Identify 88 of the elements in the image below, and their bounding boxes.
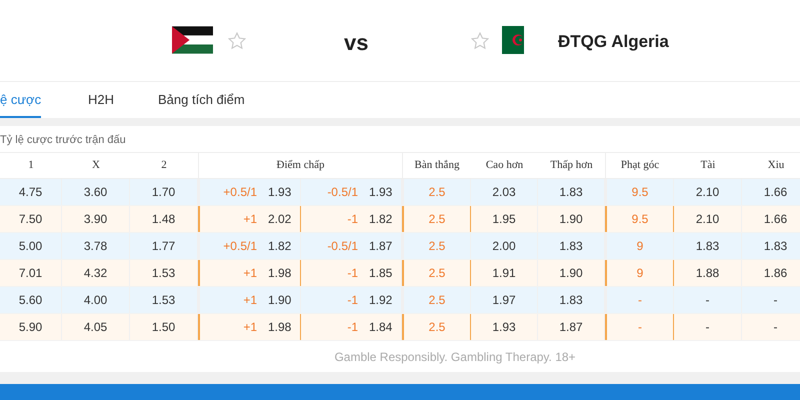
- odds-cell: 4.00: [62, 287, 130, 313]
- flag-icon: [172, 26, 213, 54]
- odds-cell: 1.87: [538, 314, 605, 340]
- odds-value: 1.93: [369, 184, 392, 201]
- odds-cell: 1.66: [742, 179, 800, 205]
- odds-value: 1.98: [268, 265, 292, 282]
- odds-cell: 2.5: [402, 314, 471, 340]
- odds-value: 1.87: [369, 238, 392, 255]
- odds-cell: 1.88: [674, 260, 742, 286]
- odds-cell: 1.83: [538, 287, 605, 313]
- odds-cell: -: [674, 287, 742, 313]
- handicap-line: +1: [242, 319, 257, 336]
- section-title: Tỷ lệ cược trước trận đấu: [0, 133, 127, 148]
- odds-cell: 1.90: [538, 206, 605, 232]
- odds-cell: 5.60: [0, 287, 62, 313]
- handicap-line: +1: [242, 292, 257, 309]
- odds-cell: 4.32: [62, 260, 130, 286]
- star-icon[interactable]: [470, 31, 490, 51]
- odds-cell: 1.97: [471, 287, 538, 313]
- odds-value: 1.85: [369, 265, 392, 282]
- team-name: ĐTQG Algeria: [558, 31, 669, 53]
- star-icon[interactable]: [227, 31, 247, 51]
- column-header: Xiu: [766, 158, 786, 174]
- odds-cell: 1.91: [471, 260, 538, 286]
- odds-cell: 1.83: [674, 233, 742, 259]
- odds-cell: 3.78: [62, 233, 130, 259]
- odds-value: 1.98: [268, 319, 292, 336]
- handicap-line: -1: [346, 319, 358, 336]
- handicap-line: -1: [346, 265, 358, 282]
- odds-cell: 2.03: [471, 179, 538, 205]
- handicap-line: +0.5/1: [222, 184, 257, 201]
- handicap-line: +0.5/1: [222, 238, 257, 255]
- odds-cell: -: [605, 314, 674, 340]
- odds-cell: 3.90: [62, 206, 130, 232]
- odds-cell: 5.90: [0, 314, 62, 340]
- odds-cell: 1.83: [742, 233, 800, 259]
- odds-cell: -: [742, 314, 800, 340]
- odds-cell: 1.48: [130, 206, 198, 232]
- odds-cell: -: [742, 287, 800, 313]
- column-header: Điểm chấp: [198, 153, 402, 178]
- handicap-line: -1: [346, 211, 358, 228]
- odds-value: 1.84: [369, 319, 392, 336]
- disclaimer-text: Gamble Responsibly. Gambling Therapy. 18+: [333, 348, 577, 366]
- column-header: Tài: [700, 158, 716, 174]
- odds-cell: 5.00: [0, 233, 62, 259]
- odds-cell: 2.10: [674, 206, 742, 232]
- tab[interactable]: Bảng tích điểm: [150, 82, 245, 118]
- column-header: Phạt góc: [605, 153, 674, 178]
- odds-cell: 1.50: [130, 314, 198, 340]
- handicap-line: +1: [242, 211, 257, 228]
- column-header: Cao hơn: [484, 158, 524, 174]
- odds-cell: 1.83: [538, 233, 605, 259]
- odds-value: 1.90: [268, 292, 292, 309]
- versus-label: vs: [344, 29, 368, 57]
- handicap-line: +1: [242, 265, 257, 282]
- odds-cell: 1.83: [538, 179, 605, 205]
- odds-value: 1.92: [369, 292, 392, 309]
- odds-cell: 1.95: [471, 206, 538, 232]
- handicap-line: -0.5/1: [326, 184, 358, 201]
- odds-value: 1.93: [268, 184, 292, 201]
- column-header: Bàn thắng: [402, 153, 471, 178]
- odds-cell: 1.53: [130, 260, 198, 286]
- handicap-line: -1: [346, 292, 358, 309]
- column-header: 2: [160, 158, 168, 174]
- odds-cell: 7.50: [0, 206, 62, 232]
- odds-cell: 1.90: [538, 260, 605, 286]
- column-header: X: [91, 158, 101, 174]
- odds-cell: 1.53: [130, 287, 198, 313]
- handicap-line: -0.5/1: [326, 238, 358, 255]
- odds-cell: 1.66: [742, 206, 800, 232]
- odds-cell: 2.00: [471, 233, 538, 259]
- column-header: 1: [27, 158, 35, 174]
- odds-value: 1.82: [268, 238, 292, 255]
- tab[interactable]: H2H: [60, 82, 150, 118]
- odds-cell: 1.77: [130, 233, 198, 259]
- odds-cell: 1.93: [471, 314, 538, 340]
- odds-cell: 4.05: [62, 314, 130, 340]
- odds-cell: 2.10: [674, 179, 742, 205]
- odds-cell: 7.01: [0, 260, 62, 286]
- odds-cell: 4.75: [0, 179, 62, 205]
- odds-cell: 1.70: [130, 179, 198, 205]
- odds-cell: 3.60: [62, 179, 130, 205]
- flag-icon: [502, 26, 524, 54]
- odds-cell: 1.86: [742, 260, 800, 286]
- odds-value: 2.02: [268, 211, 292, 228]
- column-header: Thấp hơn: [549, 158, 594, 174]
- odds-value: 1.82: [369, 211, 392, 228]
- odds-cell: -: [674, 314, 742, 340]
